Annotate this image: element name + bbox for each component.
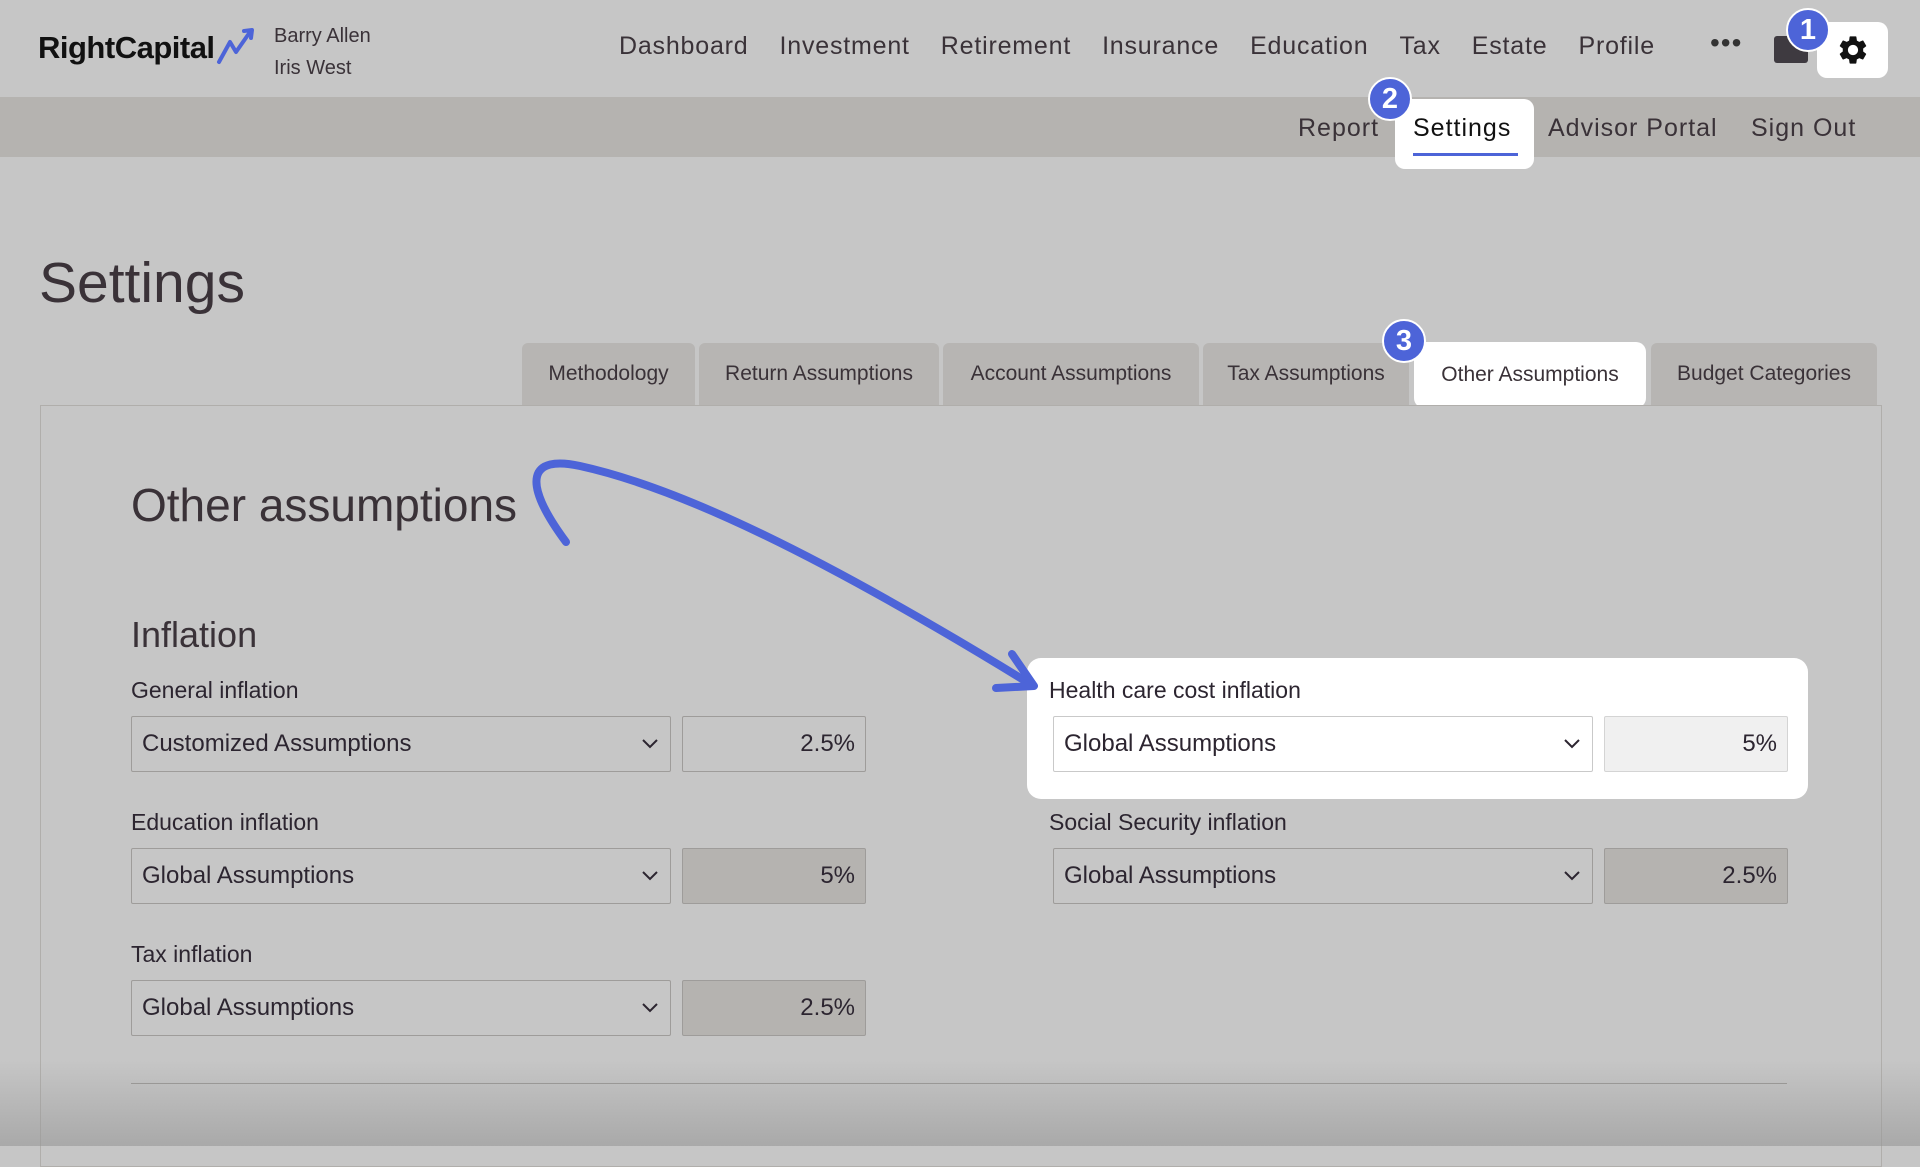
tab-return-assumptions[interactable]: Return Assumptions: [699, 343, 939, 405]
gear-icon: [1839, 36, 1866, 64]
tab-budget-categories[interactable]: Budget Categories: [1651, 343, 1877, 405]
more-menu-button[interactable]: •••: [1710, 27, 1742, 59]
tax-inflation-select[interactable]: Global Assumptions: [131, 980, 671, 1036]
select-value: Global Assumptions: [1064, 730, 1277, 757]
chevron-down-icon: [1564, 739, 1580, 749]
nav-education[interactable]: Education: [1250, 32, 1368, 61]
select-value: Customized Assumptions: [142, 730, 412, 757]
active-underline: [1413, 153, 1518, 156]
select-value: Global Assumptions: [1064, 862, 1277, 889]
tax-inflation-value: 2.5%: [682, 980, 866, 1036]
client-names[interactable]: Barry Allen Iris West: [274, 20, 371, 84]
chevron-down-icon: [642, 1003, 658, 1013]
client-name: Iris West: [274, 57, 352, 79]
subnav-settings[interactable]: Settings: [1413, 114, 1511, 143]
main-nav: Dashboard Investment Retirement Insuranc…: [619, 32, 1655, 61]
subnav-advisor-portal[interactable]: Advisor Portal: [1548, 114, 1718, 143]
education-inflation-value: 5%: [682, 848, 866, 904]
social-security-inflation-label: Social Security inflation: [1049, 809, 1287, 835]
social-security-inflation-select[interactable]: Global Assumptions: [1053, 848, 1593, 904]
logo[interactable]: RightCapital: [38, 30, 215, 66]
general-inflation-label: General inflation: [131, 677, 299, 703]
step-badge-2: 2: [1368, 77, 1412, 121]
chevron-down-icon: [642, 739, 658, 749]
step-badge-3: 3: [1382, 319, 1426, 363]
chevron-down-icon: [1564, 871, 1580, 881]
health-care-inflation-select[interactable]: Global Assumptions: [1053, 716, 1593, 772]
tab-tax-assumptions[interactable]: Tax Assumptions: [1203, 343, 1409, 405]
general-inflation-input[interactable]: 2.5%: [682, 716, 866, 772]
inflation-heading: Inflation: [131, 614, 258, 655]
health-care-inflation-value: 5%: [1604, 716, 1788, 772]
logo-arrow-icon: [217, 28, 254, 64]
social-security-inflation-value: 2.5%: [1604, 848, 1788, 904]
section-title: Other assumptions: [131, 479, 518, 531]
nav-insurance[interactable]: Insurance: [1102, 32, 1219, 61]
page-title: Settings: [39, 251, 245, 315]
education-inflation-label: Education inflation: [131, 809, 319, 835]
tab-methodology[interactable]: Methodology: [522, 343, 695, 405]
bottom-fade: [0, 1060, 1920, 1146]
tax-inflation-label: Tax inflation: [131, 941, 253, 967]
tab-other-assumptions[interactable]: Other Assumptions: [1414, 342, 1646, 408]
select-value: Global Assumptions: [142, 994, 355, 1021]
client-name: Barry Allen: [274, 25, 371, 47]
chevron-down-icon: [642, 871, 658, 881]
health-care-inflation-label: Health care cost inflation: [1049, 677, 1301, 703]
subnav-sign-out[interactable]: Sign Out: [1751, 114, 1856, 143]
education-inflation-select[interactable]: Global Assumptions: [131, 848, 671, 904]
subnav-report[interactable]: Report: [1298, 114, 1379, 143]
nav-dashboard[interactable]: Dashboard: [619, 32, 749, 61]
tab-account-assumptions[interactable]: Account Assumptions: [943, 343, 1199, 405]
nav-profile[interactable]: Profile: [1578, 32, 1654, 61]
nav-retirement[interactable]: Retirement: [941, 32, 1071, 61]
general-inflation-select[interactable]: Customized Assumptions: [131, 716, 671, 772]
select-value: Global Assumptions: [142, 862, 355, 889]
step-badge-1: 1: [1786, 8, 1830, 52]
nav-tax[interactable]: Tax: [1399, 32, 1440, 61]
nav-investment[interactable]: Investment: [780, 32, 910, 61]
nav-estate[interactable]: Estate: [1472, 32, 1548, 61]
